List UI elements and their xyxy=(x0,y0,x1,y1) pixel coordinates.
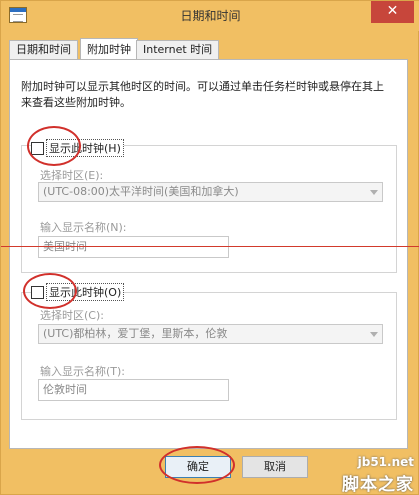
clock2-timezone-select[interactable]: (UTC)都柏林，爱丁堡，里斯本，伦敦 xyxy=(38,324,383,344)
watermark: jb51.net 脚本之家 xyxy=(298,454,418,495)
close-button[interactable]: ✕ xyxy=(371,1,414,23)
chevron-down-icon[interactable] xyxy=(370,332,378,337)
annotation-line xyxy=(1,246,419,247)
watermark-name: 脚本之家 xyxy=(342,475,414,495)
clock2-name-input[interactable]: 伦敦时间 xyxy=(38,379,229,401)
dialog-window: 日期和时间 ✕ 日期和时间 附加时钟 Internet 时间 附加时钟可以显示其… xyxy=(0,0,419,495)
clock1-name-input[interactable]: 美国时间 xyxy=(38,236,229,258)
clock1-name-label: 输入显示名称(N): xyxy=(40,221,127,234)
clock2-timezone-value: (UTC)都柏林，爱丁堡，里斯本，伦敦 xyxy=(43,327,228,340)
annotation-circle-clock2 xyxy=(23,273,77,309)
title-bar[interactable]: 日期和时间 ✕ xyxy=(1,1,419,31)
tab-date-time[interactable]: 日期和时间 xyxy=(9,40,78,60)
annotation-circle-ok xyxy=(159,446,235,484)
clock1-timezone-label: 选择时区(E): xyxy=(40,169,104,182)
clock1-timezone-select[interactable]: (UTC-08:00)太平洋时间(美国和加拿大) xyxy=(38,182,383,202)
tab-internet-time[interactable]: Internet 时间 xyxy=(136,40,220,60)
description-text: 附加时钟可以显示其他时区的时间。可以通过单击任务栏时钟或悬停在其上来查看这些附加… xyxy=(21,80,384,109)
window-title: 日期和时间 xyxy=(180,9,241,23)
clock1-timezone-value: (UTC-08:00)太平洋时间(美国和加拿大) xyxy=(43,185,239,198)
chevron-down-icon[interactable] xyxy=(370,190,378,195)
tab-additional-clocks[interactable]: 附加时钟 xyxy=(80,38,138,60)
clock2-name-label: 输入显示名称(T): xyxy=(40,365,126,378)
clock2-timezone-label: 选择时区(C): xyxy=(40,309,104,322)
annotation-circle-clock1 xyxy=(27,126,81,166)
watermark-url: jb51.net xyxy=(357,455,414,469)
